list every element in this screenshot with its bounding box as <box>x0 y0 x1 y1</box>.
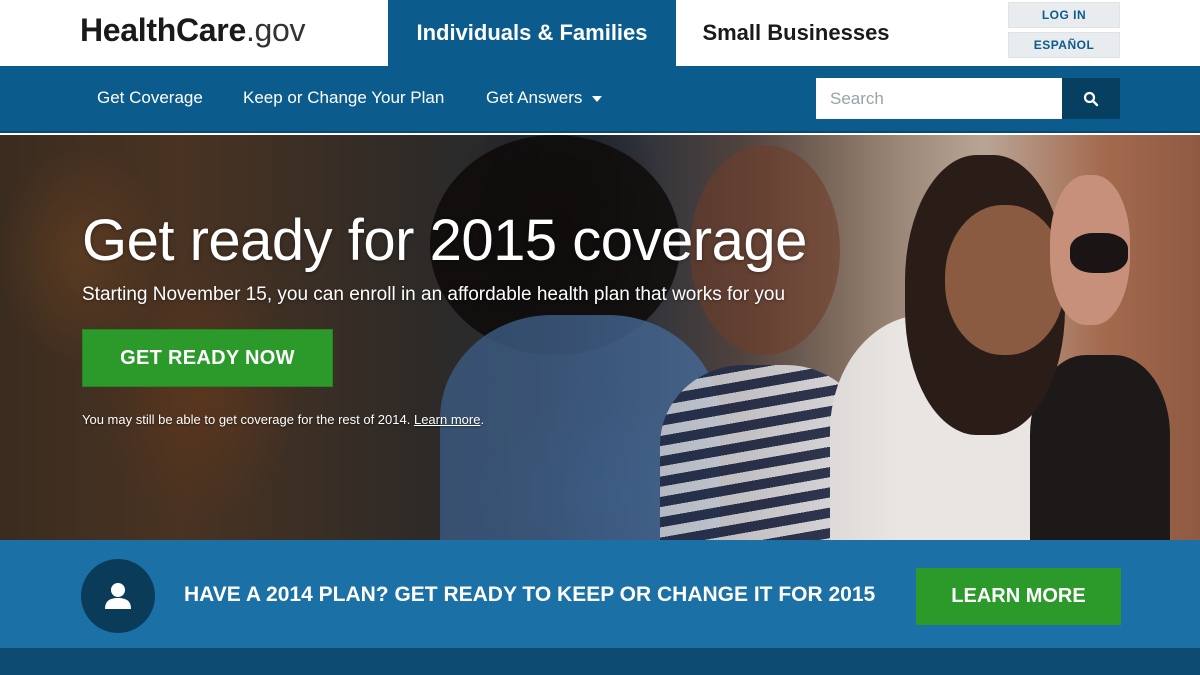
hero-note-text: You may still be able to get coverage fo… <box>82 412 411 427</box>
espanol-button[interactable]: ESPAÑOL <box>1008 32 1120 58</box>
tab-individuals-families[interactable]: Individuals & Families <box>388 0 676 66</box>
logo-tld-text: .gov <box>245 12 306 48</box>
hero-note: You may still be able to get coverage fo… <box>82 412 484 427</box>
hero-photo-sunglasses <box>1070 233 1128 273</box>
hero-section: Get ready for 2015 coverage Starting Nov… <box>0 135 1200 540</box>
healthcare-gov-logo[interactable]: HealthCare .gov <box>80 12 306 52</box>
login-button[interactable]: LOG IN <box>1008 2 1120 28</box>
footer-strip <box>0 648 1200 675</box>
logo-main-text: HealthCare <box>80 12 246 48</box>
avatar <box>81 559 155 633</box>
search-input[interactable] <box>816 78 1062 119</box>
learn-more-button[interactable]: LEARN MORE <box>916 568 1121 625</box>
learn-more-link[interactable]: Learn more <box>414 412 480 427</box>
search-icon <box>1083 91 1099 106</box>
nav-item-label: Get Answers <box>486 88 583 107</box>
hero-subtitle: Starting November 15, you can enroll in … <box>82 284 786 305</box>
nav-item-keep-or-change-plan[interactable]: Keep or Change Your Plan <box>243 88 444 108</box>
hero-note-end: . <box>480 412 485 427</box>
nav-item-label: Get Coverage <box>97 88 203 107</box>
nav-item-label: Keep or Change Your Plan <box>243 88 445 107</box>
main-nav: Get Coverage Keep or Change Your Plan Ge… <box>0 66 1200 133</box>
nav-item-get-coverage[interactable]: Get Coverage <box>97 88 203 108</box>
hero-title: Get ready for 2015 coverage <box>82 208 807 273</box>
user-icon <box>105 583 131 609</box>
search-button[interactable] <box>1062 78 1120 119</box>
nav-item-get-answers[interactable]: Get Answers <box>486 88 603 108</box>
tab-small-businesses[interactable]: Small Businesses <box>676 0 916 66</box>
top-header: HealthCare .gov Individuals & Families S… <box>0 0 1200 66</box>
plan-renewal-banner: HAVE A 2014 PLAN? GET READY TO KEEP OR C… <box>0 540 1200 648</box>
hero-photo-person-face <box>945 205 1065 355</box>
chevron-down-icon <box>592 96 603 102</box>
get-ready-now-button[interactable]: GET READY NOW <box>82 329 333 387</box>
banner-message: HAVE A 2014 PLAN? GET READY TO KEEP OR C… <box>184 583 876 606</box>
